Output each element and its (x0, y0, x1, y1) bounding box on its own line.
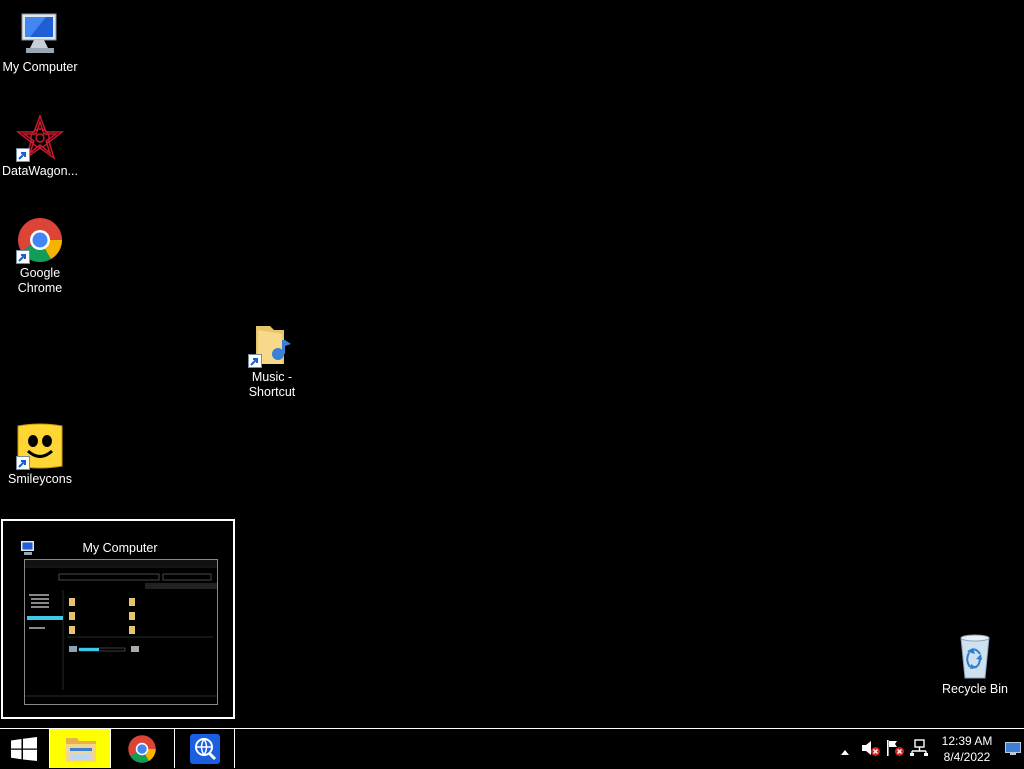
smiley-icon (16, 422, 64, 470)
taskbar: 12:39 AM 8/4/2022 (0, 728, 1024, 768)
clock-date: 8/4/2022 (943, 750, 991, 764)
shortcut-arrow-icon (248, 354, 262, 368)
shortcut-arrow-icon (16, 250, 30, 264)
computer-icon (16, 10, 64, 58)
clock-time: 12:39 AM (941, 734, 993, 748)
music-folder-icon (248, 320, 296, 368)
taskbar-chrome-button[interactable] (111, 729, 175, 768)
desktop-icon-label: Google Chrome (17, 266, 63, 295)
desktop-icon-datawagon[interactable]: DataWagon... (0, 113, 80, 179)
desktop-icon-label: DataWagon... (2, 164, 78, 178)
taskbar-file-explorer-button[interactable] (50, 729, 111, 768)
show-hidden-icons-button[interactable] (840, 743, 850, 761)
desktop-icon-label: Music - Shortcut (248, 370, 296, 399)
volume-muted-icon[interactable] (861, 739, 881, 762)
shortcut-arrow-icon (16, 148, 30, 162)
globe-search-icon (190, 734, 220, 769)
network-icon[interactable] (909, 739, 929, 762)
file-explorer-icon (65, 734, 97, 769)
desktop-icon-label: Smileycons (8, 472, 72, 486)
action-center-flag-icon[interactable] (885, 739, 905, 762)
desktop-icon-label: Recycle Bin (942, 682, 1008, 696)
taskbar-browser-app-button[interactable] (175, 729, 235, 768)
start-button[interactable] (0, 729, 50, 768)
preview-window-thumbnail (24, 559, 218, 705)
recycle-bin-icon (951, 632, 999, 680)
chrome-icon (16, 216, 64, 264)
desktop-icon-google-chrome[interactable]: Google Chrome (0, 216, 80, 296)
datawagon-icon (15, 113, 65, 162)
desktop: My Computer DataWagon... Google Chrome M… (0, 0, 1024, 728)
show-desktop-icon[interactable] (1005, 742, 1021, 760)
desktop-icon-smileycons[interactable]: Smileycons (0, 422, 80, 487)
preview-title: My Computer (82, 541, 158, 555)
desktop-icon-music-shortcut[interactable]: Music - Shortcut (232, 320, 312, 400)
shortcut-arrow-icon (16, 456, 30, 470)
windows-logo-icon (11, 737, 37, 766)
desktop-icon-my-computer[interactable]: My Computer (0, 10, 80, 75)
taskbar-thumbnail-preview[interactable]: My Computer (1, 519, 235, 719)
desktop-icon-recycle-bin[interactable]: Recycle Bin (935, 632, 1015, 697)
taskbar-clock[interactable]: 12:39 AM 8/4/2022 (936, 733, 998, 765)
chrome-icon (127, 734, 157, 769)
desktop-icon-label: My Computer (2, 60, 78, 74)
